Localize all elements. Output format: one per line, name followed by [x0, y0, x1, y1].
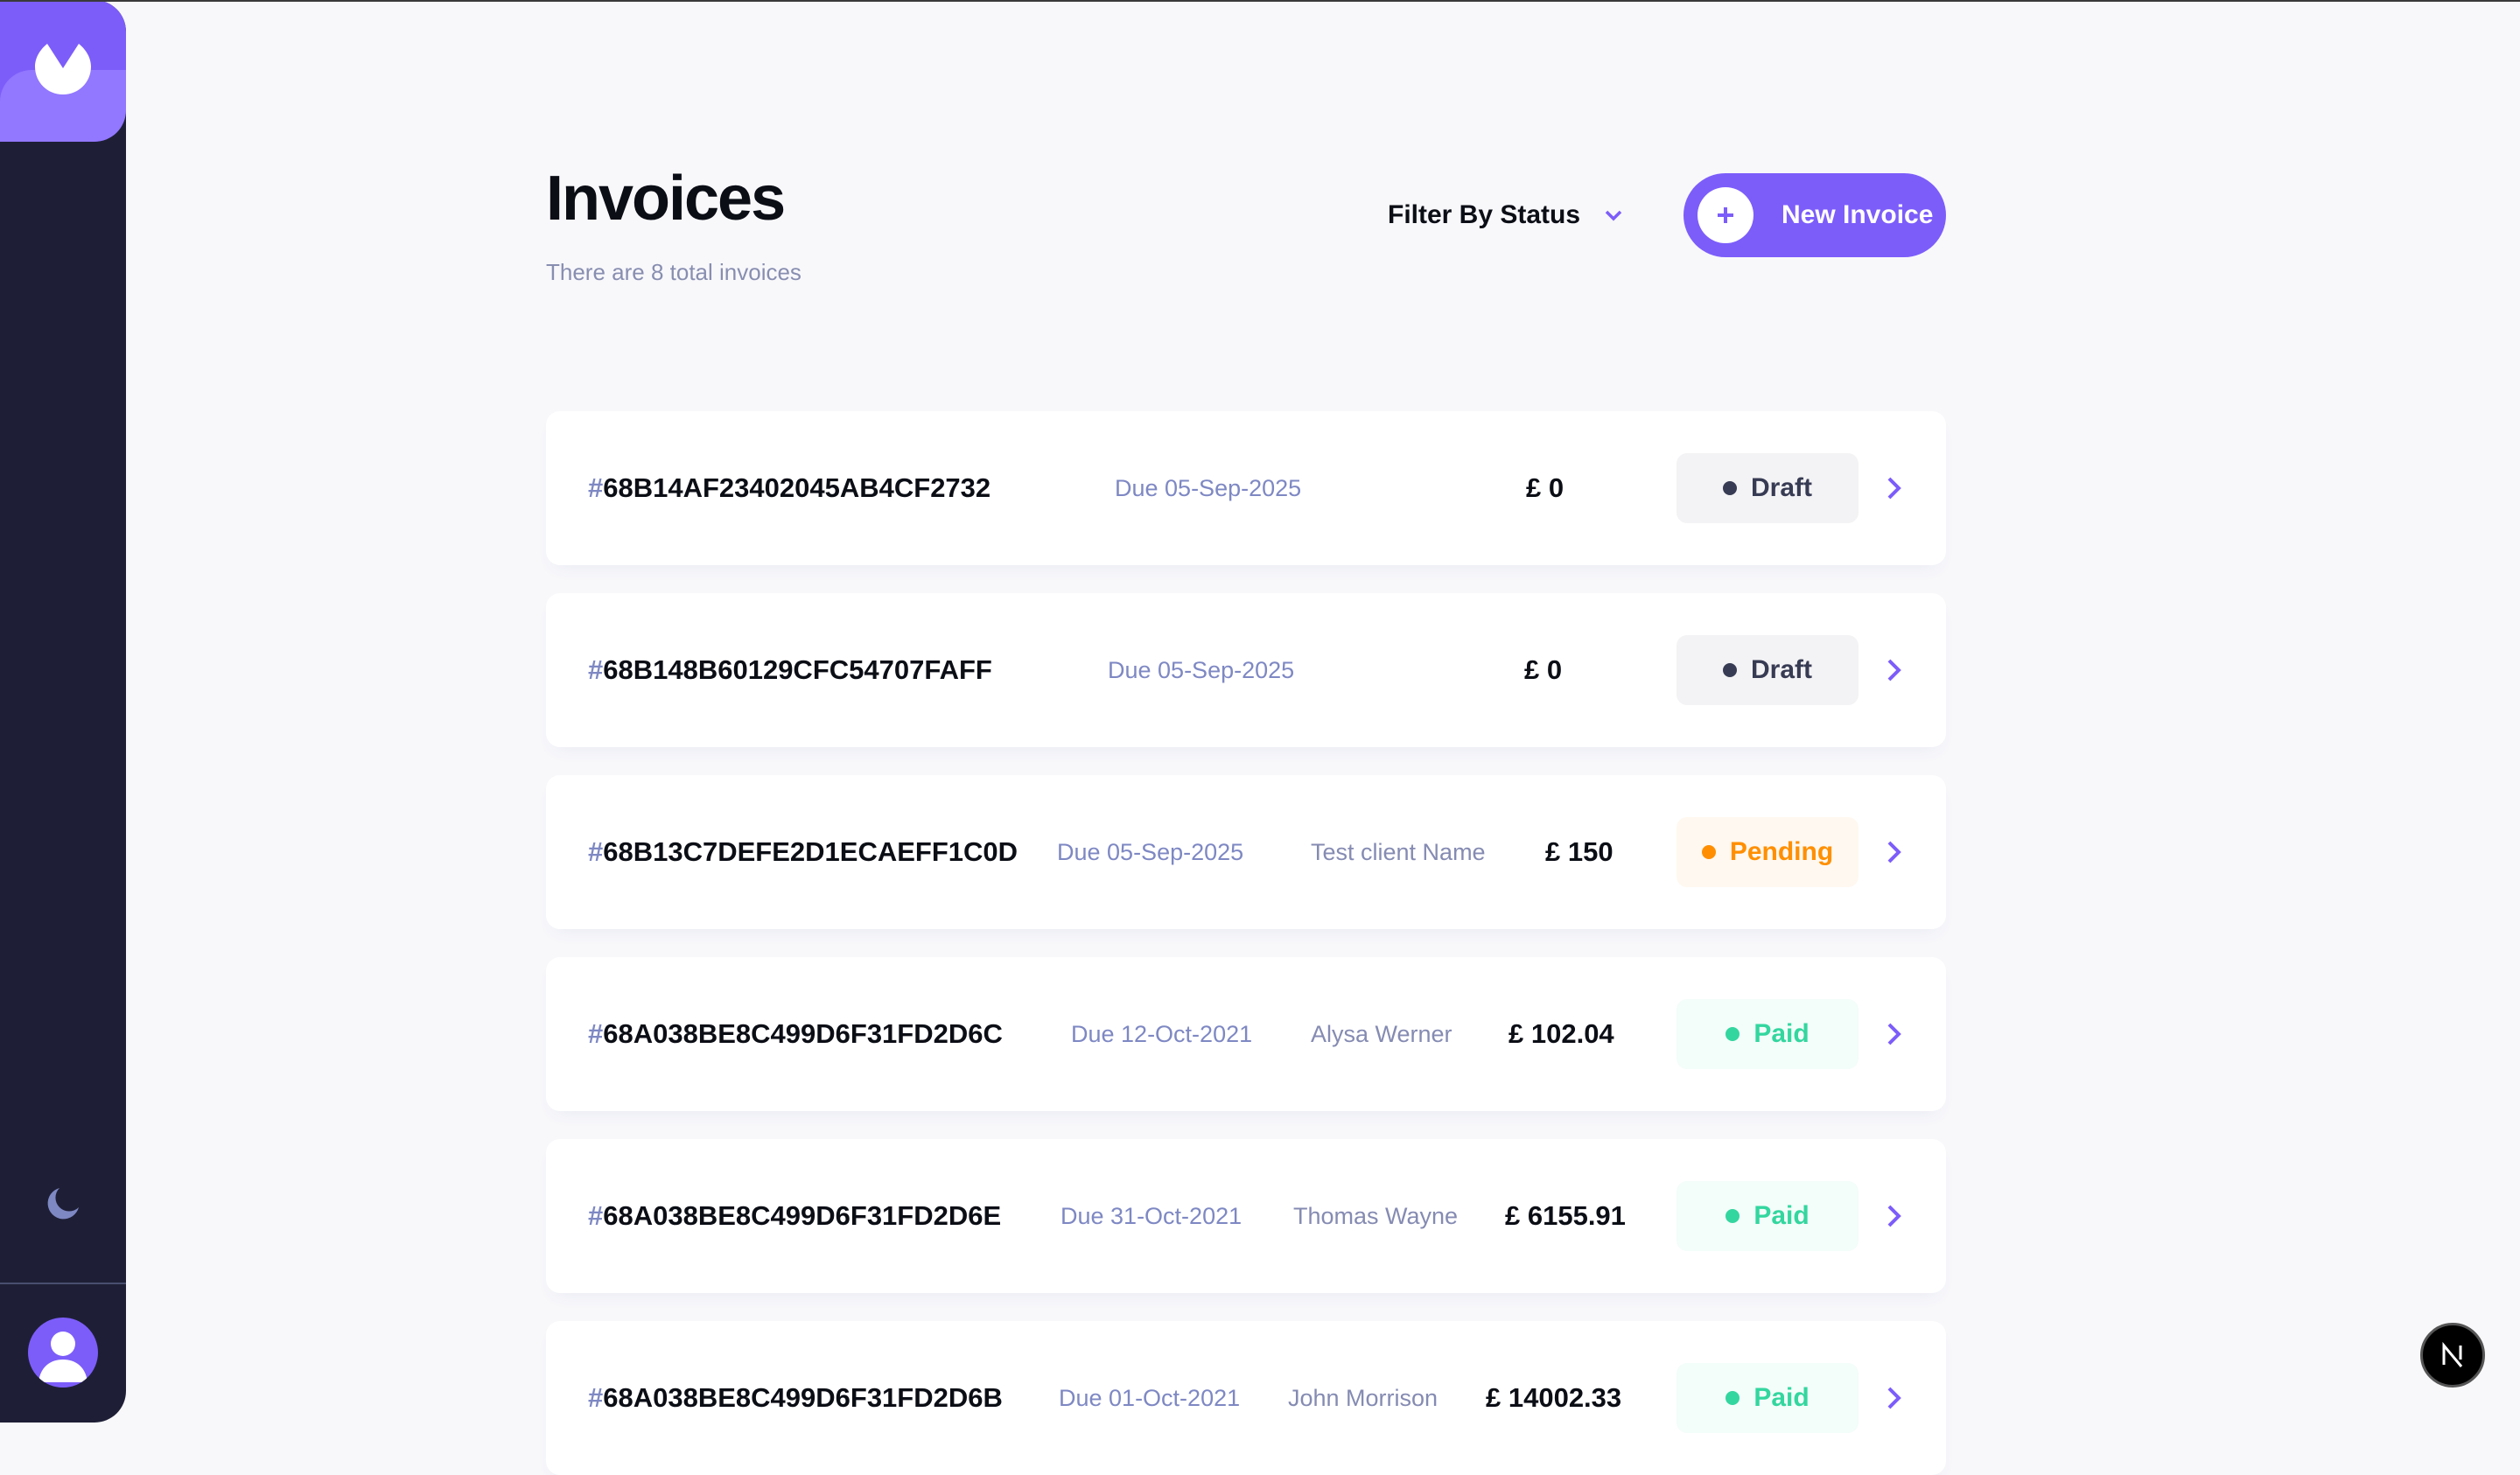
- invoice-amount: £ 14002.33: [1486, 1382, 1622, 1413]
- status-badge: Paid: [1676, 999, 1858, 1069]
- invoice-due-date: Due 05-Sep-2025: [1115, 474, 1302, 501]
- nextjs-dev-indicator[interactable]: [2420, 1323, 2485, 1388]
- invoice-row[interactable]: #68A038BE8C499D6F31FD2D6B Due 01-Oct-202…: [546, 1321, 1946, 1475]
- chevron-right-icon[interactable]: [1886, 1022, 1902, 1046]
- status-dot: [1722, 481, 1737, 495]
- new-invoice-button[interactable]: New Invoice: [1684, 173, 1946, 257]
- status-dot: [1726, 1209, 1740, 1223]
- status-dot: [1722, 663, 1737, 677]
- invoice-row[interactable]: #68A038BE8C499D6F31FD2D6E Due 31-Oct-202…: [546, 1139, 1946, 1293]
- chevron-right-icon[interactable]: [1886, 658, 1902, 682]
- invoice-due-date: Due 05-Sep-2025: [1108, 656, 1295, 683]
- invoice-amount: £ 6155.91: [1505, 1200, 1626, 1231]
- moon-icon: [47, 1188, 79, 1220]
- nextjs-icon: [2442, 1341, 2463, 1367]
- invoice-id: #68B14AF23402045AB4CF2732: [588, 472, 991, 503]
- status-badge: Paid: [1676, 1181, 1858, 1251]
- status-dot: [1701, 845, 1716, 859]
- filter-by-status-dropdown[interactable]: Filter By Status: [1388, 198, 1622, 233]
- plus-icon-circle: [1698, 187, 1754, 243]
- avatar-icon: [38, 1332, 88, 1382]
- invoice-row[interactable]: #68A038BE8C499D6F31FD2D6C Due 12-Oct-202…: [546, 957, 1946, 1111]
- invoice-due-date: Due 12-Oct-2021: [1071, 1020, 1253, 1047]
- plus-icon: [1718, 207, 1733, 223]
- status-badge: Paid: [1676, 1363, 1858, 1433]
- invoice-id: #68A038BE8C499D6F31FD2D6E: [588, 1200, 1002, 1231]
- invoice-client: Alysa Werner: [1311, 1020, 1452, 1047]
- invoice-count-subtitle: There are 8 total invoices: [546, 259, 802, 285]
- invoice-due-date: Due 31-Oct-2021: [1060, 1202, 1242, 1229]
- chevron-down-icon: [1605, 210, 1622, 221]
- invoice-id: #68B13C7DEFE2D1ECAEFF1C0D: [588, 836, 1018, 867]
- invoice-row[interactable]: #68B148B60129CFC54707FAFF Due 05-Sep-202…: [546, 593, 1946, 747]
- page-title: Invoices: [546, 164, 786, 234]
- invoice-id: #68A038BE8C499D6F31FD2D6C: [588, 1018, 1003, 1049]
- filter-label: Filter By Status: [1388, 200, 1581, 229]
- status-badge: Draft: [1676, 453, 1858, 523]
- invoice-id: #68A038BE8C499D6F31FD2D6B: [588, 1382, 1003, 1413]
- app-logo[interactable]: [0, 0, 126, 142]
- invoice-row[interactable]: #68B13C7DEFE2D1ECAEFF1C0D Due 05-Sep-202…: [546, 775, 1946, 929]
- invoice-id: #68B148B60129CFC54707FAFF: [588, 654, 992, 685]
- status-badge: Pending: [1676, 817, 1858, 887]
- invoice-row[interactable]: #68B14AF23402045AB4CF2732 Due 05-Sep-202…: [546, 411, 1946, 565]
- invoice-amount: £ 102.04: [1508, 1018, 1614, 1049]
- chevron-right-icon[interactable]: [1886, 840, 1902, 864]
- chevron-right-icon[interactable]: [1886, 1386, 1902, 1410]
- invoice-amount: £ 0: [1524, 654, 1563, 685]
- logo-icon: [35, 44, 91, 94]
- invoice-due-date: Due 05-Sep-2025: [1057, 838, 1244, 865]
- sidebar-divider: [0, 1283, 126, 1284]
- invoice-client: Thomas Wayne: [1293, 1202, 1459, 1229]
- chevron-right-icon[interactable]: [1886, 476, 1902, 500]
- status-dot: [1726, 1391, 1740, 1405]
- invoice-client: John Morrison: [1288, 1384, 1438, 1411]
- status-badge: Draft: [1676, 635, 1858, 705]
- invoice-due-date: Due 01-Oct-2021: [1059, 1384, 1241, 1411]
- invoice-client: Test client Name: [1311, 838, 1486, 865]
- chevron-right-icon[interactable]: [1886, 1204, 1902, 1228]
- status-dot: [1726, 1027, 1740, 1041]
- theme-toggle-button[interactable]: [44, 1185, 82, 1227]
- new-invoice-label: New Invoice: [1782, 200, 1934, 229]
- invoice-amount: £ 0: [1526, 472, 1564, 503]
- user-avatar[interactable]: [28, 1318, 98, 1388]
- window-top-border: [0, 0, 2520, 2]
- invoice-amount: £ 150: [1545, 836, 1614, 867]
- sidebar: [0, 0, 126, 1423]
